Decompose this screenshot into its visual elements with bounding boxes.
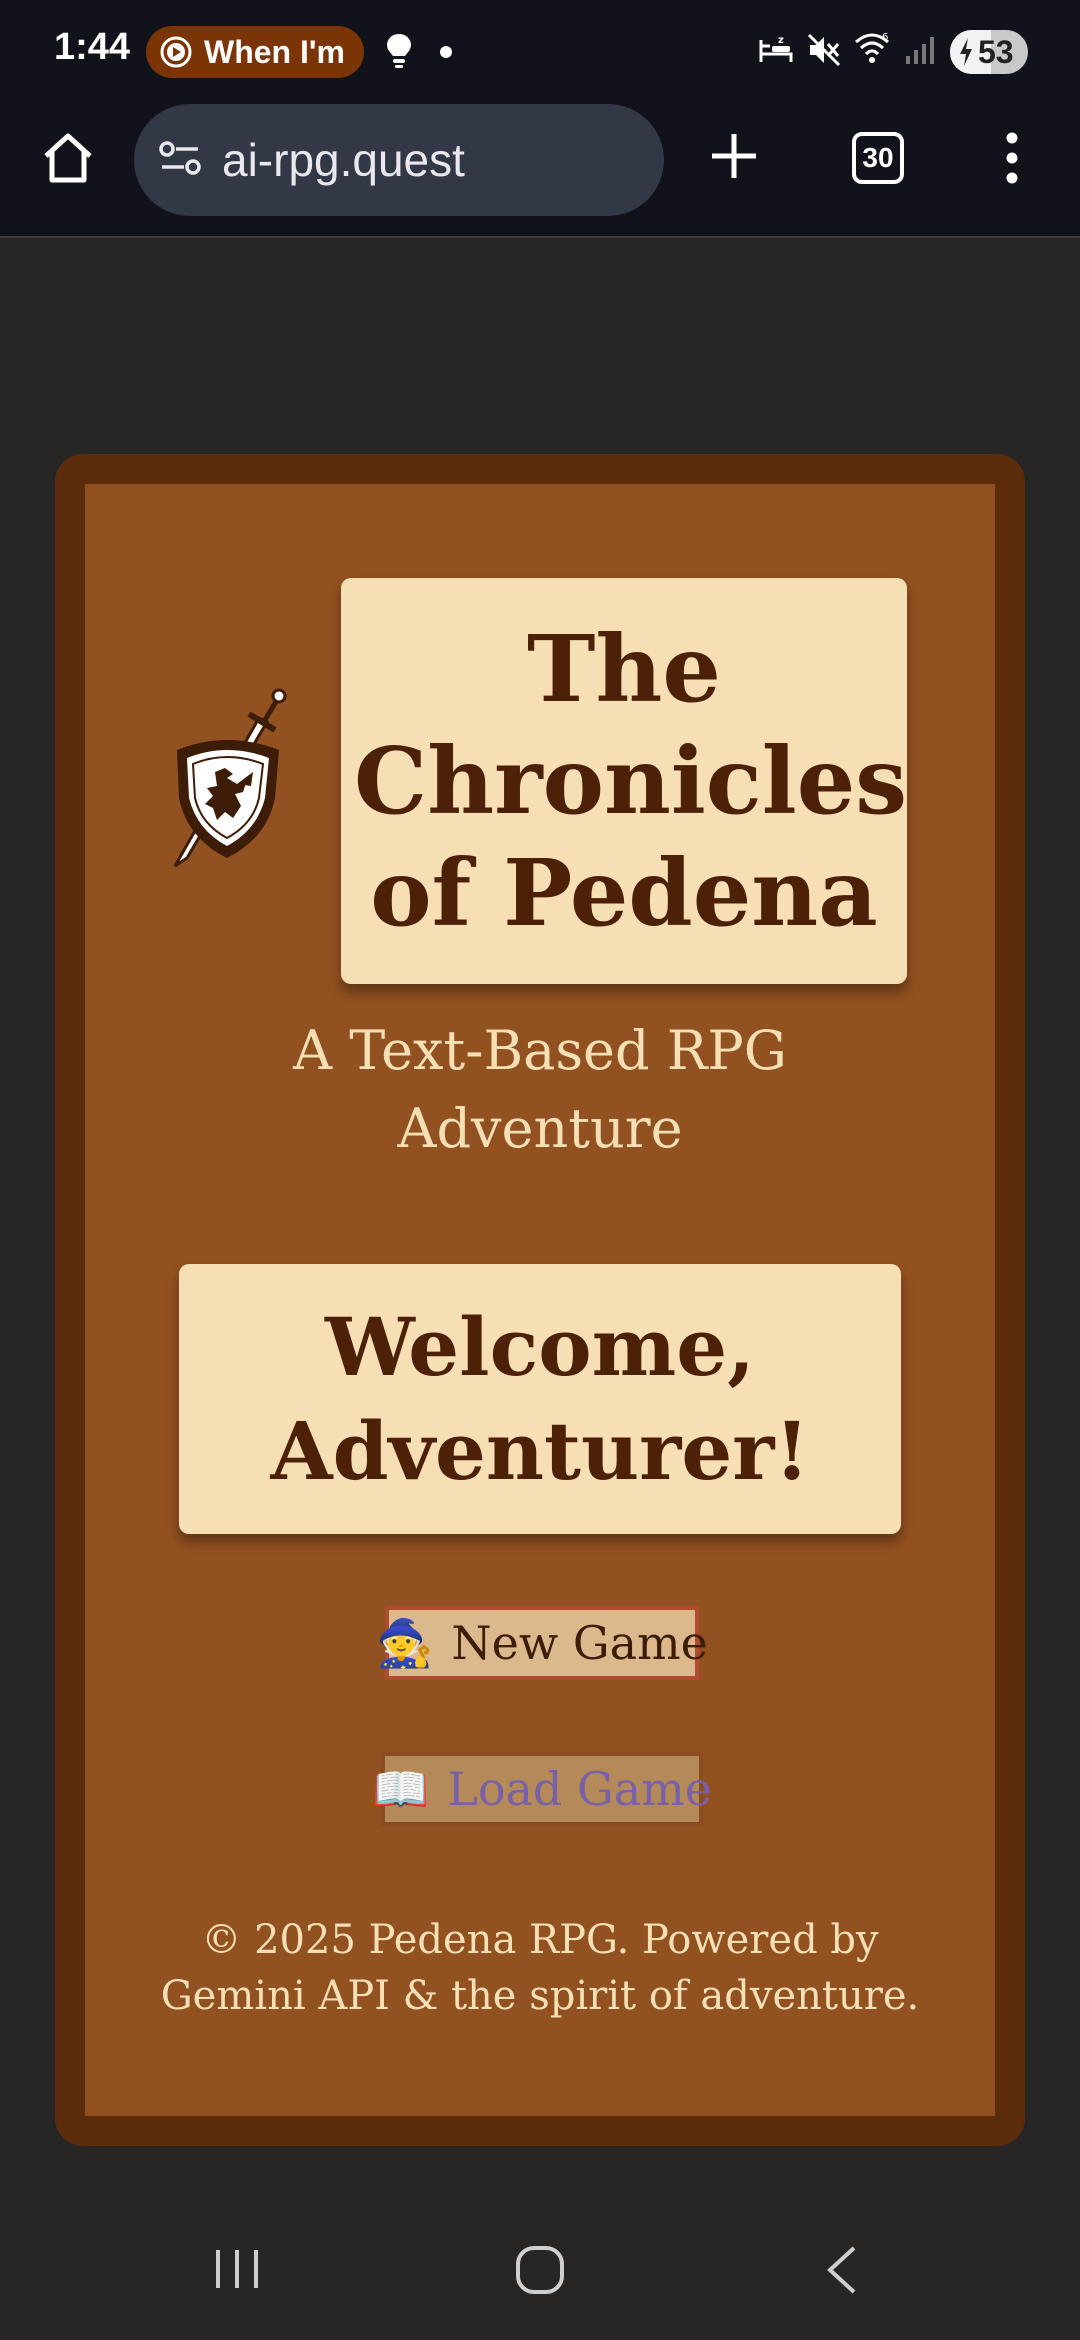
subtitle: A Text-Based RPG Adventure: [85, 1012, 995, 1168]
url-text: ai-rpg.quest: [222, 134, 465, 186]
load-game-label: Load Game: [447, 1762, 713, 1816]
footer: © 2025 Pedena RPG. Powered by Gemini API…: [85, 1912, 995, 2024]
title-card: The Chronicles of Pedena: [341, 578, 907, 984]
page-title: The Chronicles of Pedena: [354, 615, 908, 947]
subtitle-line-1: A Text-Based RPG: [293, 1019, 787, 1082]
tabs-icon[interactable]: 30: [852, 132, 904, 184]
new-game-button[interactable]: 🧙 New Game: [376, 1606, 708, 1680]
shield-sword-dragon-icon: [167, 688, 287, 882]
status-time: 1:44: [54, 26, 131, 68]
svg-text:z: z: [778, 35, 784, 46]
recent-apps-icon[interactable]: [212, 2244, 262, 2298]
status-bar: 1:44 When I'm z 6 53: [0, 0, 1080, 100]
new-tab-icon[interactable]: [708, 130, 760, 186]
dot-icon: [440, 46, 452, 58]
lightbulb-icon: [384, 32, 414, 74]
open-book-icon: 📖: [371, 1761, 430, 1816]
home-icon[interactable]: [40, 130, 96, 190]
address-bar[interactable]: ai-rpg.quest: [134, 104, 664, 216]
back-icon[interactable]: [822, 2244, 862, 2300]
browser-toolbar: ai-rpg.quest 30: [0, 100, 1080, 238]
wizard-icon: 🧙: [376, 1615, 434, 1670]
home-button-icon[interactable]: [514, 2244, 566, 2300]
battery-level: 53: [978, 34, 1014, 70]
media-notification-pill[interactable]: When I'm: [146, 26, 364, 78]
subtitle-line-2: Adventure: [397, 1097, 683, 1160]
system-nav-bar: [0, 2200, 1080, 2340]
game-panel: The Chronicles of Pedena A Text-Based RP…: [85, 484, 995, 2116]
load-game-button[interactable]: 📖 Load Game: [372, 1752, 712, 1826]
media-title: When I'm: [204, 33, 345, 70]
mute-icon: [806, 32, 842, 72]
wifi-icon: 6: [852, 30, 892, 70]
signal-icon: [904, 34, 938, 70]
sleep-icon: z: [758, 32, 794, 72]
tab-count: 30: [862, 142, 894, 173]
more-menu-icon[interactable]: [1000, 130, 1024, 190]
site-settings-icon[interactable]: [158, 138, 202, 182]
new-game-label: New Game: [451, 1616, 708, 1670]
battery-charging-icon: 53: [950, 30, 1028, 74]
game-frame: The Chronicles of Pedena A Text-Based RP…: [55, 454, 1025, 2146]
welcome-card: Welcome, Adventurer!: [179, 1264, 901, 1534]
welcome-heading: Welcome, Adventurer!: [270, 1300, 810, 1498]
footer-line-2: Gemini API & the spirit of adventure.: [160, 1973, 920, 2019]
svg-text:6: 6: [882, 32, 888, 43]
play-icon: [160, 36, 192, 68]
footer-line-1: © 2025 Pedena RPG. Powered by: [201, 1917, 879, 1963]
